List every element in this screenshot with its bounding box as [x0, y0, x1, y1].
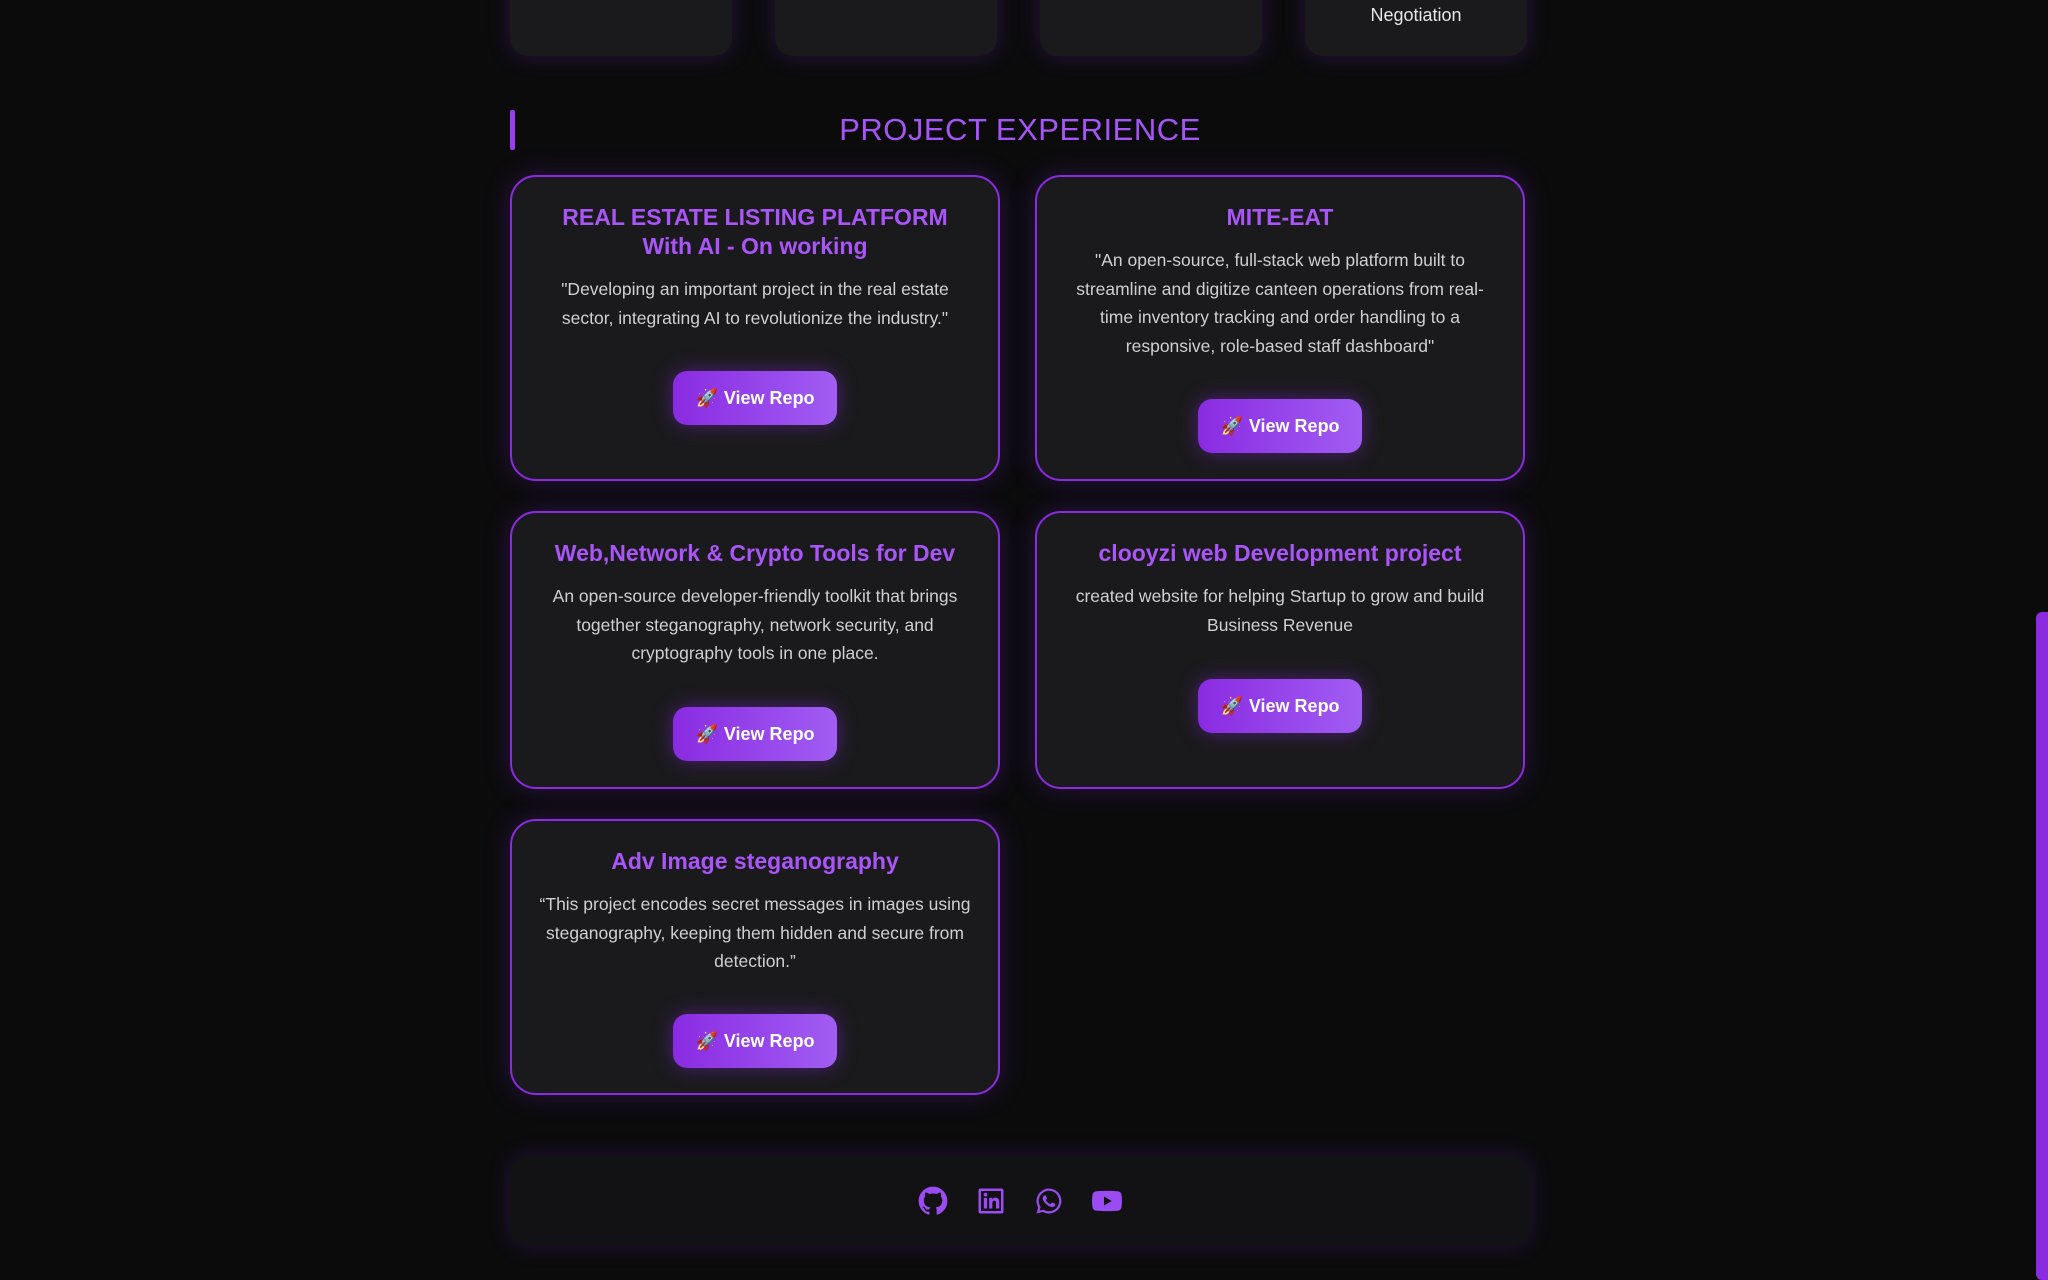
view-repo-label: View Repo [723, 1030, 815, 1051]
project-title: clooyzi web Development project [1098, 540, 1462, 566]
section-header: PROJECT EXPERIENCE [510, 108, 1530, 150]
project-description: "Developing an important project in the … [561, 279, 949, 328]
scrollbar-thumb[interactable] [2036, 612, 2048, 1280]
view-repo-label: View Repo [723, 387, 815, 408]
view-repo-button[interactable]: 🚀 View Repo [1198, 679, 1362, 733]
view-repo-button[interactable]: 🚀 View Repo [673, 707, 837, 761]
project-title: REAL ESTATE LISTING PLATFORM With AI - O… [562, 204, 948, 259]
view-repo-label: View Repo [723, 723, 815, 744]
project-description: An open-source developer-friendly toolki… [552, 586, 958, 663]
footer-social-bar [510, 1156, 1530, 1246]
github-icon[interactable] [916, 1184, 950, 1218]
project-card-real-estate: REAL ESTATE LISTING PLATFORM With AI - O… [510, 175, 1000, 481]
view-repo-label: View Repo [1248, 415, 1340, 436]
skill-card [1040, 0, 1262, 56]
rocket-icon: 🚀 [695, 387, 718, 408]
project-title: MITE-EAT [1226, 204, 1334, 230]
skill-card [775, 0, 997, 56]
skill-card: Negotiation [1305, 0, 1527, 56]
skills-row: Negotiation [510, 0, 1530, 58]
skill-card [510, 0, 732, 56]
linkedin-icon[interactable] [974, 1184, 1008, 1218]
view-repo-button[interactable]: 🚀 View Repo [673, 1014, 837, 1068]
project-description: "An open-source, full-stack web platform… [1076, 250, 1484, 356]
project-description: created website for helping Startup to g… [1075, 586, 1485, 635]
section-title: PROJECT EXPERIENCE [839, 112, 1201, 147]
rocket-icon: 🚀 [1220, 415, 1243, 436]
view-repo-label: View Repo [1248, 695, 1340, 716]
page: Negotiation PROJECT EXPERIENCE REAL ESTA… [0, 0, 2048, 1280]
project-card-crypto-tools: Web,Network & Crypto Tools for Dev An op… [510, 511, 1000, 789]
project-card-image-steganography: Adv Image steganography “This project en… [510, 819, 1000, 1095]
skill-label: Negotiation [1370, 5, 1462, 25]
project-title: Adv Image steganography [611, 848, 899, 874]
rocket-icon: 🚀 [695, 1030, 718, 1051]
view-repo-button[interactable]: 🚀 View Repo [1198, 399, 1362, 453]
project-title: Web,Network & Crypto Tools for Dev [554, 540, 956, 566]
project-card-clooyzi: clooyzi web Development project created … [1035, 511, 1525, 789]
rocket-icon: 🚀 [1220, 695, 1243, 716]
view-repo-button[interactable]: 🚀 View Repo [673, 371, 837, 425]
project-card-mite-eat: MITE-EAT "An open-source, full-stack web… [1035, 175, 1525, 481]
youtube-icon[interactable] [1090, 1184, 1124, 1218]
whatsapp-icon[interactable] [1032, 1184, 1066, 1218]
rocket-icon: 🚀 [695, 723, 718, 744]
scrollbar-track[interactable] [2036, 0, 2048, 1280]
project-description: “This project encodes secret messages in… [539, 894, 971, 971]
